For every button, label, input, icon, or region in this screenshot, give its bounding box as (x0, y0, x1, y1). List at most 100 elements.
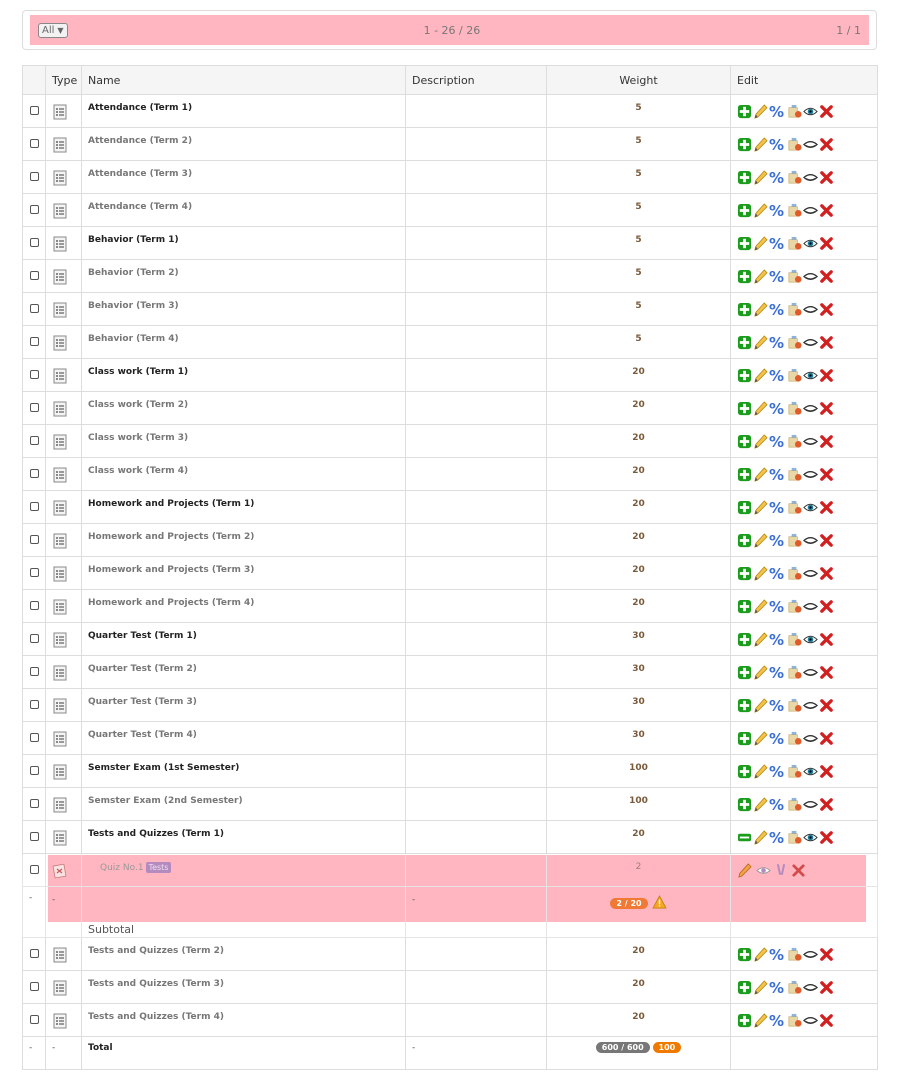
row-checkbox[interactable] (29, 205, 39, 214)
edit-pencil-icon[interactable] (753, 400, 768, 416)
visible-eye-icon[interactable] (803, 368, 818, 383)
rubric-icon[interactable] (787, 764, 802, 779)
rubric-icon[interactable] (787, 236, 802, 251)
item-name[interactable]: Class work (Term 1) (81, 358, 406, 392)
item-name[interactable]: Quarter Test (Term 2) (81, 655, 406, 689)
delete-icon[interactable] (819, 947, 834, 962)
delete-icon[interactable] (819, 980, 834, 995)
hidden-eye-icon[interactable] (803, 269, 818, 284)
delete-icon[interactable] (819, 335, 834, 350)
add-icon[interactable] (737, 269, 752, 284)
lock-icon[interactable] (775, 863, 787, 878)
percent-icon[interactable]: % (769, 1013, 786, 1028)
hidden-eye-icon[interactable] (803, 947, 818, 962)
delete-icon[interactable] (819, 731, 834, 746)
visible-eye-icon[interactable] (756, 863, 771, 878)
add-icon[interactable] (737, 764, 752, 779)
edit-pencil-icon[interactable] (753, 697, 768, 713)
add-icon[interactable] (737, 335, 752, 350)
add-icon[interactable] (737, 236, 752, 251)
edit-pencil-icon[interactable] (753, 301, 768, 317)
rubric-icon[interactable] (787, 947, 802, 962)
hidden-eye-icon[interactable] (803, 137, 818, 152)
delete-icon[interactable] (819, 104, 834, 119)
edit-pencil-icon[interactable] (753, 532, 768, 548)
row-checkbox[interactable] (29, 601, 39, 610)
delete-icon[interactable] (819, 170, 834, 185)
add-icon[interactable] (737, 599, 752, 614)
row-checkbox[interactable] (29, 700, 39, 709)
delete-icon[interactable] (819, 1013, 834, 1028)
rubric-icon[interactable] (787, 1013, 802, 1028)
delete-icon[interactable] (819, 764, 834, 779)
edit-pencil-icon[interactable] (753, 796, 768, 812)
filter-select[interactable]: All ▼ (38, 22, 68, 38)
rubric-icon[interactable] (787, 533, 802, 548)
percent-icon[interactable]: % (769, 665, 786, 680)
row-checkbox[interactable] (29, 436, 39, 445)
add-icon[interactable] (737, 632, 752, 647)
hidden-eye-icon[interactable] (803, 335, 818, 350)
delete-icon[interactable] (819, 434, 834, 449)
delete-icon[interactable] (819, 797, 834, 812)
delete-icon[interactable] (819, 203, 834, 218)
delete-icon[interactable] (819, 368, 834, 383)
add-icon[interactable] (737, 203, 752, 218)
delete-icon[interactable] (819, 830, 834, 845)
percent-icon[interactable]: % (769, 269, 786, 284)
item-name[interactable]: Attendance (Term 2) (81, 127, 406, 161)
item-name[interactable]: Class work (Term 2) (81, 391, 406, 425)
percent-icon[interactable]: % (769, 632, 786, 647)
rubric-icon[interactable] (787, 203, 802, 218)
hidden-eye-icon[interactable] (803, 434, 818, 449)
delete-icon[interactable] (819, 401, 834, 416)
rubric-icon[interactable] (787, 335, 802, 350)
rubric-icon[interactable] (787, 632, 802, 647)
add-icon[interactable] (737, 302, 752, 317)
row-checkbox[interactable] (29, 238, 39, 247)
item-name[interactable]: Quarter Test (Term 4) (81, 721, 406, 755)
edit-pencil-icon[interactable] (753, 334, 768, 350)
item-name[interactable]: Homework and Projects (Term 2) (81, 523, 406, 557)
percent-icon[interactable]: % (769, 467, 786, 482)
add-icon[interactable] (737, 566, 752, 581)
delete-icon[interactable] (819, 302, 834, 317)
item-name[interactable]: Tests and Quizzes (Term 1) (81, 820, 406, 854)
percent-icon[interactable]: % (769, 830, 786, 845)
edit-pencil-icon[interactable] (737, 862, 752, 878)
row-checkbox[interactable] (29, 304, 39, 313)
add-icon[interactable] (737, 533, 752, 548)
row-checkbox[interactable] (29, 106, 39, 115)
rubric-icon[interactable] (787, 500, 802, 515)
edit-pencil-icon[interactable] (753, 466, 768, 482)
row-checkbox[interactable] (29, 733, 39, 742)
rubric-icon[interactable] (787, 665, 802, 680)
hidden-eye-icon[interactable] (803, 566, 818, 581)
percent-icon[interactable]: % (769, 533, 786, 548)
item-name[interactable]: Homework and Projects (Term 3) (81, 556, 406, 590)
percent-icon[interactable]: % (769, 947, 786, 962)
rubric-icon[interactable] (787, 980, 802, 995)
percent-icon[interactable]: % (769, 434, 786, 449)
row-checkbox[interactable] (29, 568, 39, 577)
percent-icon[interactable]: % (769, 566, 786, 581)
edit-pencil-icon[interactable] (753, 103, 768, 119)
delete-icon[interactable] (819, 698, 834, 713)
delete-icon[interactable] (819, 500, 834, 515)
row-checkbox[interactable] (29, 535, 39, 544)
percent-icon[interactable]: % (769, 236, 786, 251)
rubric-icon[interactable] (787, 368, 802, 383)
delete-icon[interactable] (819, 467, 834, 482)
edit-pencil-icon[interactable] (753, 631, 768, 647)
item-name[interactable]: Tests and Quizzes (Term 3) (81, 970, 406, 1004)
row-checkbox[interactable] (29, 502, 39, 511)
visible-eye-icon[interactable] (803, 764, 818, 779)
visible-eye-icon[interactable] (803, 104, 818, 119)
item-name[interactable]: Tests and Quizzes (Term 2) (81, 937, 406, 971)
rubric-icon[interactable] (787, 104, 802, 119)
edit-pencil-icon[interactable] (753, 730, 768, 746)
hidden-eye-icon[interactable] (803, 467, 818, 482)
rubric-icon[interactable] (787, 269, 802, 284)
edit-pencil-icon[interactable] (753, 829, 768, 845)
item-name[interactable]: Behavior (Term 3) (81, 292, 406, 326)
